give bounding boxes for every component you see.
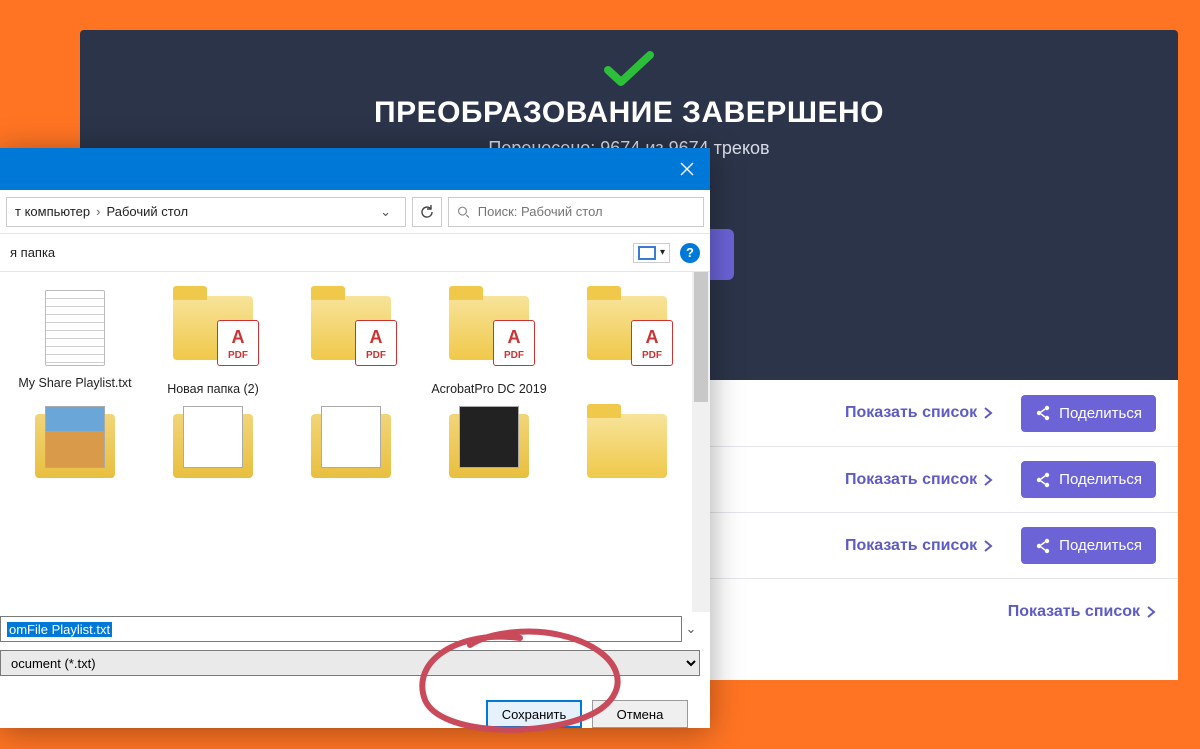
show-list-label: Показать список xyxy=(845,537,977,555)
file-item[interactable] xyxy=(562,408,692,500)
share-label: Поделиться xyxy=(1059,405,1142,422)
save-button[interactable]: Сохранить xyxy=(486,700,582,728)
checkmark-icon xyxy=(604,50,654,88)
dialog-fields: omFile Playlist.txt ⌄ ocument (*.txt) xyxy=(0,612,710,684)
show-list-label: Показать список xyxy=(845,471,977,489)
pdf-icon: A xyxy=(168,296,258,376)
file-item[interactable]: A xyxy=(286,290,416,398)
file-item[interactable] xyxy=(148,408,278,500)
chevron-right-icon xyxy=(983,407,993,419)
pdf-icon: A xyxy=(582,296,672,376)
share-button[interactable]: Поделиться xyxy=(1021,395,1156,432)
share-label: Поделиться xyxy=(1059,471,1142,488)
file-item[interactable] xyxy=(424,408,554,500)
file-item[interactable]: My Share Playlist.txt xyxy=(10,290,140,398)
file-item[interactable] xyxy=(286,408,416,500)
dialog-nav: т компьютер › Рабочий стол ⌄ xyxy=(0,190,710,234)
help-button[interactable]: ? xyxy=(680,243,700,263)
new-folder-label[interactable]: я папка xyxy=(10,245,55,260)
dark-icon xyxy=(444,414,534,494)
share-icon xyxy=(1035,472,1051,488)
show-list-label: Показать список xyxy=(1008,603,1140,621)
conversion-title: ПРЕОБРАЗОВАНИЕ ЗАВЕРШЕНО xyxy=(80,96,1178,130)
file-area: My Share Playlist.txtAНовая папка (2)AAA… xyxy=(0,272,710,612)
breadcrumb-part[interactable]: Рабочий стол xyxy=(106,204,188,219)
pdf-icon: A xyxy=(444,296,534,376)
close-button[interactable] xyxy=(664,148,710,190)
search-field[interactable] xyxy=(448,197,704,227)
show-list-link[interactable]: Показать список xyxy=(845,404,993,422)
doc-icon xyxy=(306,414,396,494)
chevron-right-icon xyxy=(983,540,993,552)
file-item[interactable]: A Новая папка (2) xyxy=(148,290,278,398)
chevron-down-icon: ▾ xyxy=(660,247,665,258)
save-as-dialog: т компьютер › Рабочий стол ⌄ я папка ▾ ?… xyxy=(0,148,710,728)
chevron-down-icon[interactable]: ⌄ xyxy=(682,621,700,637)
breadcrumb-dropdown[interactable]: ⌄ xyxy=(374,204,397,220)
dialog-buttons: Сохранить Отмена xyxy=(0,684,710,728)
filename-input[interactable]: omFile Playlist.txt xyxy=(0,616,682,642)
file-label: AcrobatPro DC 2019 xyxy=(424,382,554,398)
dialog-titlebar xyxy=(0,148,710,190)
txt-icon xyxy=(30,290,120,370)
file-label: My Share Playlist.txt xyxy=(10,376,140,392)
refresh-icon xyxy=(420,204,435,219)
scrollbar[interactable] xyxy=(692,272,710,612)
folder-icon xyxy=(582,414,672,494)
close-icon xyxy=(680,162,694,176)
doc-icon xyxy=(168,414,258,494)
share-icon xyxy=(1035,405,1051,421)
breadcrumb-part[interactable]: т компьютер xyxy=(15,204,90,219)
file-item[interactable] xyxy=(10,408,140,500)
refresh-button[interactable] xyxy=(412,197,442,227)
photo-icon xyxy=(30,414,120,494)
show-list-link[interactable]: Показать список xyxy=(845,471,993,489)
breadcrumb[interactable]: т компьютер › Рабочий стол ⌄ xyxy=(6,197,406,227)
share-label: Поделиться xyxy=(1059,537,1142,554)
cancel-button[interactable]: Отмена xyxy=(592,700,688,728)
dialog-toolbar: я папка ▾ ? xyxy=(0,234,710,272)
show-list-link[interactable]: Показать список xyxy=(1008,603,1156,621)
filename-value: omFile Playlist.txt xyxy=(7,622,112,637)
file-item[interactable]: A xyxy=(562,290,692,398)
pdf-icon: A xyxy=(306,296,396,376)
search-icon xyxy=(457,205,470,219)
file-label: Новая папка (2) xyxy=(148,382,278,398)
chevron-right-icon: › xyxy=(96,204,100,219)
thumbnails-icon xyxy=(638,246,656,260)
file-item[interactable]: A AcrobatPro DC 2019 xyxy=(424,290,554,398)
scrollbar-thumb[interactable] xyxy=(694,272,708,402)
view-mode-dropdown[interactable]: ▾ xyxy=(633,243,670,263)
show-list-label: Показать список xyxy=(845,404,977,422)
show-list-link[interactable]: Показать список xyxy=(845,537,993,555)
search-input[interactable] xyxy=(478,204,695,219)
share-icon xyxy=(1035,538,1051,554)
filetype-select[interactable]: ocument (*.txt) xyxy=(0,650,700,676)
chevron-right-icon xyxy=(983,474,993,486)
share-button[interactable]: Поделиться xyxy=(1021,527,1156,564)
chevron-right-icon xyxy=(1146,606,1156,618)
share-button[interactable]: Поделиться xyxy=(1021,461,1156,498)
